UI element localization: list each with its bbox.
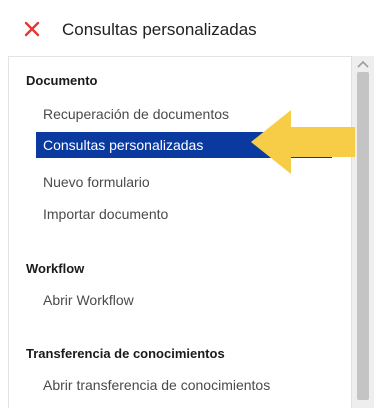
menu-window: Consultas personalizadas Documento Recup… [0,0,374,408]
close-button[interactable] [22,19,42,39]
menu-header: Consultas personalizadas [0,0,374,60]
menu-item-abrir-transferencia-conocimientos[interactable]: Abrir transferencia de conocimientos [43,376,270,394]
scrollbar-thumb[interactable] [357,72,369,400]
menu-item-recuperacion-documentos[interactable]: Recuperación de documentos [43,105,229,123]
menu-item-abrir-workflow[interactable]: Abrir Workflow [43,291,134,309]
close-icon[interactable] [22,19,42,39]
menu-item-nuevo-formulario[interactable]: Nuevo formulario [43,173,150,191]
section-title-documento: Documento [26,73,98,88]
vertical-scrollbar[interactable] [351,56,374,408]
section-title-workflow: Workflow [26,261,85,276]
chevron-up-icon[interactable] [356,60,370,68]
arrow-left-icon [251,110,355,174]
menu-panel: Documento Recuperación de documentos Con… [8,56,374,408]
menu-item-importar-documento[interactable]: Importar documento [43,205,168,223]
section-title-transferencia-conocimientos: Transferencia de conocimientos [26,346,225,361]
page-title: Consultas personalizadas [62,20,257,39]
